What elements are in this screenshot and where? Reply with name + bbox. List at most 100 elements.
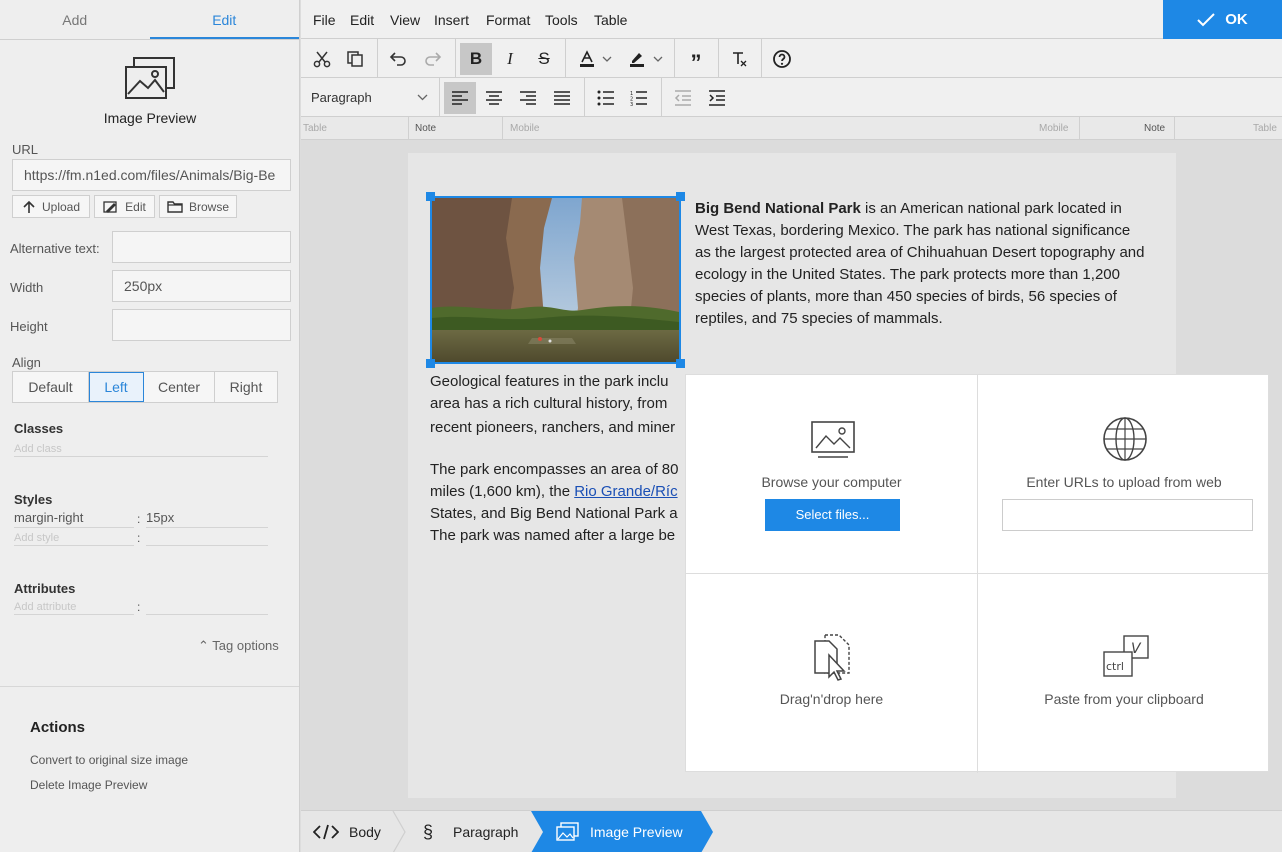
- browse-computer-cell[interactable]: Browse your computer Select files...: [686, 375, 978, 574]
- strikethrough-button[interactable]: S: [528, 43, 560, 75]
- bold-icon: B: [469, 49, 483, 68]
- strikethrough-icon: S: [538, 49, 550, 68]
- text-color-dropdown[interactable]: [599, 43, 615, 75]
- resize-handle-ne[interactable]: [676, 192, 685, 201]
- cut-button[interactable]: [306, 43, 338, 75]
- add-attribute-value-input[interactable]: [146, 601, 268, 615]
- style-property[interactable]: margin-right: [14, 511, 134, 528]
- highlighter-icon: [630, 53, 644, 67]
- drag-drop-cell[interactable]: Drag'n'drop here: [686, 574, 978, 773]
- menu-edit[interactable]: Edit: [350, 12, 374, 28]
- ruler-label-table-right: Table: [1253, 123, 1277, 134]
- ruler-divider: [502, 117, 503, 139]
- browse-button[interactable]: Browse: [159, 195, 237, 218]
- area-line: miles (1,600 km), the Rio Grande/Ríc: [430, 481, 685, 503]
- blockquote-button[interactable]: ”: [680, 43, 712, 75]
- browse-computer-label: Browse your computer: [761, 474, 902, 490]
- section-sign-icon: §: [423, 821, 434, 842]
- text-color-icon: [580, 50, 594, 67]
- ruler-divider: [1174, 117, 1175, 139]
- breadcrumb-paragraph-label: Paragraph: [453, 824, 519, 840]
- bullet-list-button[interactable]: [590, 82, 622, 114]
- copy-icon: [347, 51, 363, 67]
- italic-button[interactable]: I: [494, 43, 526, 75]
- menu-format[interactable]: Format: [486, 12, 530, 28]
- align-left-toolbar-button[interactable]: [444, 82, 476, 114]
- ruler-label-note: Note: [415, 123, 437, 134]
- clear-formatting-button[interactable]: [723, 43, 755, 75]
- copy-button[interactable]: [339, 43, 371, 75]
- outdent-button[interactable]: [667, 82, 699, 114]
- rio-grande-link[interactable]: Rio Grande/Ríc: [574, 483, 677, 500]
- upload-arrow-icon: [23, 200, 35, 213]
- upload-url-input[interactable]: [1002, 499, 1253, 531]
- align-right-toolbar-button[interactable]: [512, 82, 544, 114]
- breadcrumb-image-preview[interactable]: Image Preview: [556, 811, 683, 852]
- ok-button[interactable]: OK: [1163, 0, 1282, 39]
- menu-tools[interactable]: Tools: [545, 12, 578, 28]
- numbered-list-button[interactable]: 123: [623, 82, 655, 114]
- paragraph-format-select[interactable]: Paragraph: [301, 78, 437, 116]
- justify-toolbar-button[interactable]: [546, 82, 578, 114]
- alt-text-field[interactable]: [112, 231, 291, 263]
- indent-button[interactable]: [701, 82, 733, 114]
- add-style-value-input[interactable]: [146, 532, 268, 546]
- height-field[interactable]: [112, 309, 291, 341]
- align-center-toolbar-button[interactable]: [478, 82, 510, 114]
- breadcrumb-paragraph[interactable]: § Paragraph: [423, 811, 518, 852]
- style-value[interactable]: 15px: [146, 511, 268, 528]
- align-left-button[interactable]: Left: [89, 372, 144, 402]
- resize-handle-nw[interactable]: [426, 192, 435, 201]
- url-label: URL: [12, 142, 39, 157]
- selected-image[interactable]: [430, 196, 681, 364]
- actions-section: Actions Convert to original size image D…: [0, 686, 299, 852]
- select-files-button[interactable]: Select files...: [765, 499, 900, 531]
- attributes-heading: Attributes: [14, 581, 76, 596]
- geology-line: area has a rich cultural history, from: [430, 395, 668, 412]
- menu-file[interactable]: File: [313, 12, 336, 28]
- ruler-label-note-right: Note: [1144, 123, 1166, 134]
- area-line: The park was named after a large be: [430, 527, 676, 544]
- delete-image-action[interactable]: Delete Image Preview: [30, 778, 147, 792]
- align-default-button[interactable]: Default: [13, 372, 89, 402]
- upload-button[interactable]: Upload: [12, 195, 90, 218]
- paragraph-intro: Big Bend National Park is an American na…: [695, 198, 1145, 330]
- menu-view[interactable]: View: [390, 12, 420, 28]
- svg-text:3: 3: [630, 102, 633, 106]
- resize-handle-se[interactable]: [676, 359, 685, 368]
- url-field[interactable]: https://fm.n1ed.com/files/Animals/Big-Be: [12, 159, 291, 191]
- drag-drop-label: Drag'n'drop here: [779, 691, 884, 707]
- paragraph-format-value: Paragraph: [311, 90, 372, 105]
- undo-button[interactable]: [382, 43, 414, 75]
- toolbar-separator: [761, 39, 762, 77]
- add-style-input[interactable]: Add style: [14, 532, 134, 546]
- align-right-button[interactable]: Right: [215, 372, 277, 402]
- menu-table[interactable]: Table: [594, 12, 627, 28]
- tab-edit[interactable]: Edit: [149, 0, 299, 39]
- align-center-button[interactable]: Center: [144, 372, 215, 402]
- tag-options-toggle[interactable]: ⌃ Tag options: [198, 638, 279, 654]
- help-button[interactable]: [766, 43, 798, 75]
- toolbar-separator: [584, 78, 585, 116]
- redo-button[interactable]: [417, 43, 449, 75]
- align-right-icon: [520, 91, 536, 105]
- highlight-color-button[interactable]: [621, 43, 653, 75]
- add-class-input[interactable]: Add class: [14, 443, 268, 457]
- menu-insert[interactable]: Insert: [434, 12, 469, 28]
- preview-title: Image Preview: [103, 110, 197, 126]
- edit-image-button[interactable]: Edit: [94, 195, 155, 218]
- add-attribute-input[interactable]: Add attribute: [14, 601, 134, 615]
- highlight-color-dropdown[interactable]: [650, 43, 666, 75]
- redo-icon: [425, 52, 442, 66]
- convert-original-size-action[interactable]: Convert to original size image: [30, 753, 188, 767]
- width-field[interactable]: 250px: [112, 270, 291, 302]
- align-center-icon: [486, 91, 502, 105]
- bold-button[interactable]: B: [460, 43, 492, 75]
- image-properties-panel: Add Edit Image Preview URL https://fm.n1…: [0, 0, 300, 852]
- breadcrumb-body[interactable]: Body: [313, 811, 381, 852]
- paste-clipboard-cell[interactable]: V ctrl Paste from your clipboard: [978, 574, 1270, 773]
- tab-add[interactable]: Add: [0, 0, 150, 39]
- resize-handle-sw[interactable]: [426, 359, 435, 368]
- area-line: States, and Big Bend National Park a: [430, 505, 678, 522]
- attribute-colon: :: [137, 600, 141, 614]
